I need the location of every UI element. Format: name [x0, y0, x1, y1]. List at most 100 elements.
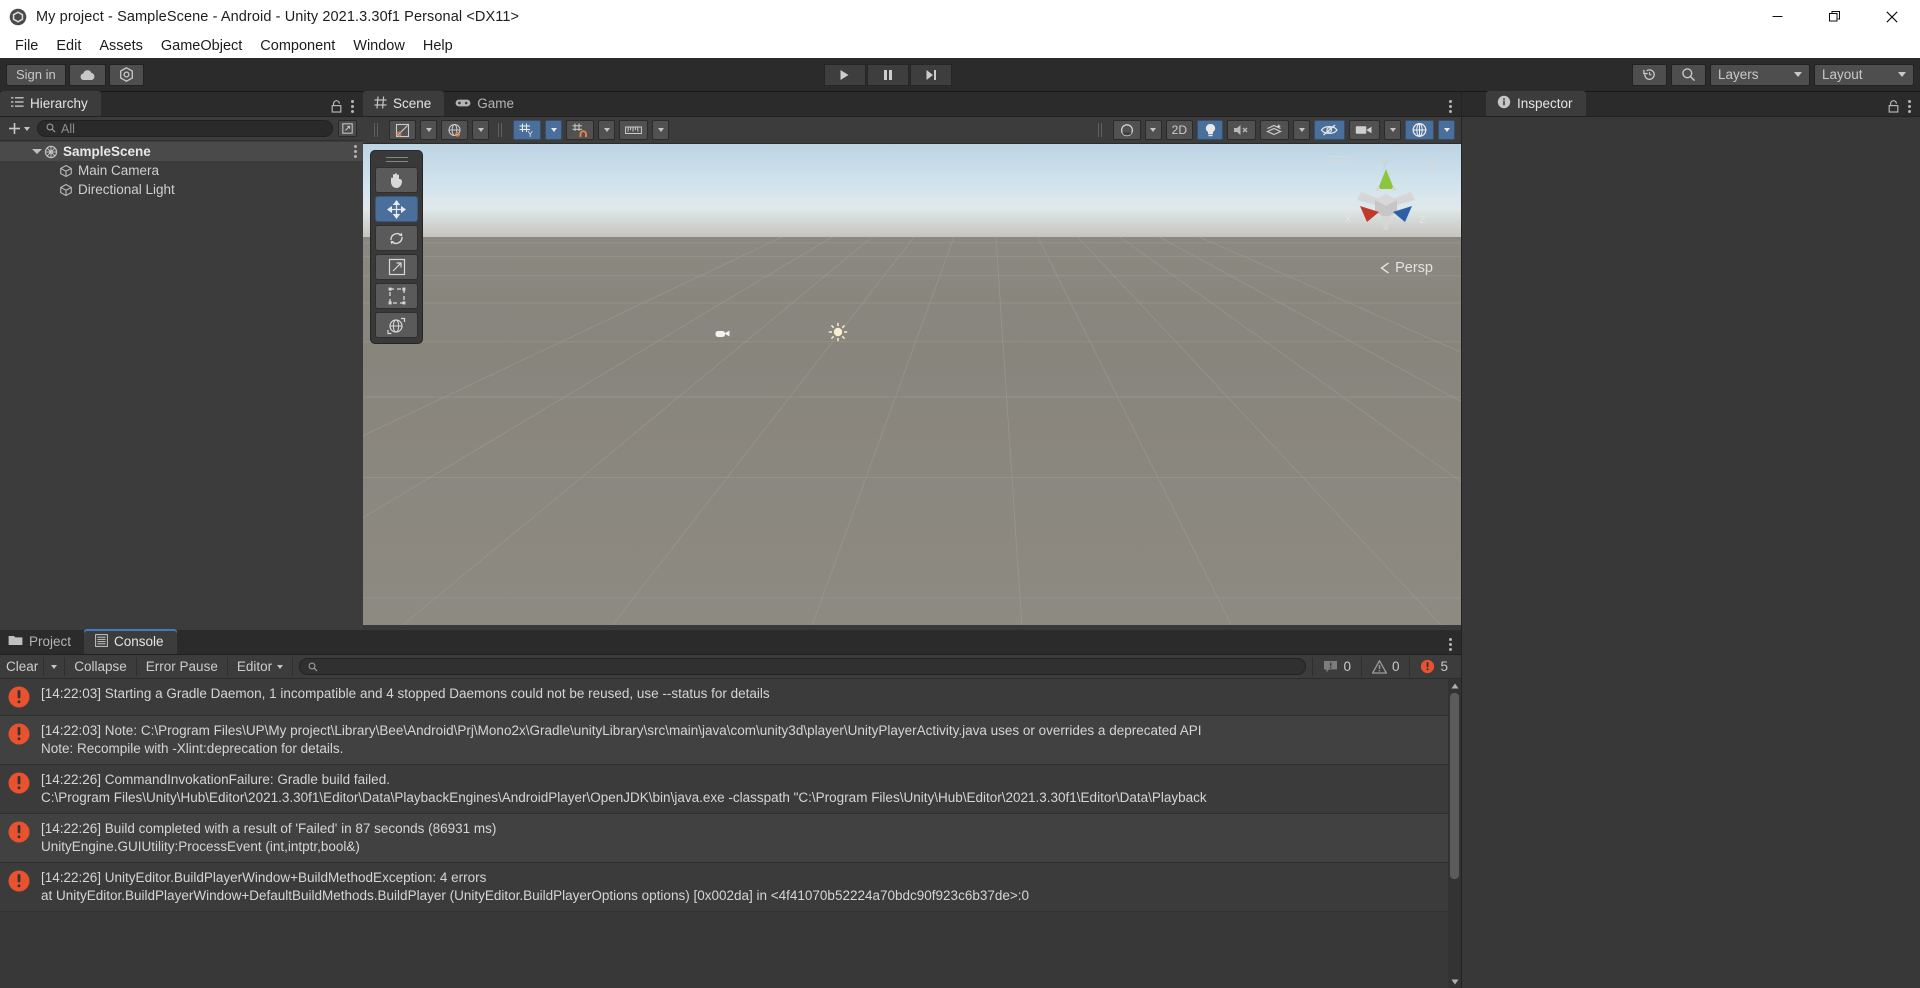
play-button[interactable] — [823, 63, 866, 86]
layout-dropdown[interactable]: Layout — [1814, 63, 1914, 86]
gizmos-visibility-icon[interactable] — [1112, 120, 1141, 140]
ruler-dropdown[interactable] — [652, 120, 669, 140]
directional-light-gizmo[interactable] — [828, 322, 848, 345]
console-scrollbar[interactable] — [1448, 679, 1461, 988]
console-collapse-button[interactable]: Collapse — [65, 657, 137, 676]
scene-context-menu-icon[interactable] — [354, 145, 357, 158]
create-gameobject-button[interactable] — [6, 122, 32, 135]
rotate-tool-button[interactable] — [375, 225, 418, 251]
scene-viewport[interactable]: y x z Persp — [363, 144, 1461, 625]
move-tool-button[interactable] — [375, 196, 418, 222]
console-search-input[interactable] — [323, 659, 1298, 674]
projection-mode-label[interactable]: Persp — [1380, 260, 1433, 276]
toolbar-grip[interactable] — [1097, 123, 1104, 137]
minimize-button[interactable] — [1749, 0, 1806, 33]
scroll-down-icon[interactable] — [1448, 975, 1461, 988]
hierarchy-search-field[interactable] — [37, 120, 333, 137]
console-log-entry[interactable]: [14:22:03] Starting a Gradle Daemon, 1 i… — [0, 679, 1461, 716]
draw-mode-button[interactable] — [389, 120, 416, 140]
tab-console[interactable]: Console — [84, 629, 177, 654]
services-gear-icon[interactable] — [108, 63, 144, 86]
console-error-pause-button[interactable]: Error Pause — [137, 657, 228, 676]
console-log-entry[interactable]: [14:22:26] CommandInvokationFailure: Gra… — [0, 765, 1461, 814]
gizmos-dropdown[interactable] — [1144, 120, 1162, 140]
scene-menu-icon[interactable] — [1449, 100, 1452, 113]
console-log-entry[interactable]: [14:22:26] UnityEditor.BuildPlayerWindow… — [0, 863, 1461, 912]
menu-component[interactable]: Component — [251, 35, 344, 57]
cloud-button[interactable] — [68, 63, 106, 86]
expand-arrow-icon[interactable] — [30, 149, 44, 154]
overlay-drag-handle[interactable] — [385, 155, 408, 164]
inspector-menu-icon[interactable] — [1908, 100, 1911, 113]
console-log-entry[interactable]: [14:22:03] Note: C:\Program Files\UP\My … — [0, 716, 1461, 765]
hand-tool-button[interactable] — [375, 167, 418, 193]
scene-camera-dropdown[interactable] — [1384, 120, 1401, 140]
layers-dropdown[interactable]: Layers — [1710, 63, 1810, 86]
menu-help[interactable]: Help — [414, 35, 462, 57]
scene-fx-dropdown[interactable] — [1293, 120, 1310, 140]
scene-fx-icon[interactable] — [1260, 120, 1289, 140]
console-clear-button[interactable]: Clear — [0, 657, 45, 676]
two-d-toggle[interactable]: 2D — [1165, 120, 1193, 140]
draw-mode-dropdown[interactable] — [420, 120, 437, 140]
hierarchy-menu-icon[interactable] — [351, 100, 354, 113]
shading-mode-dropdown[interactable] — [472, 120, 489, 140]
search-icon[interactable] — [1671, 63, 1706, 86]
rect-tool-button[interactable] — [375, 283, 418, 309]
console-log-list[interactable]: [14:22:03] Starting a Gradle Daemon, 1 i… — [0, 679, 1461, 988]
console-scroll-thumb[interactable] — [1450, 693, 1459, 879]
grid-axis-dropdown[interactable] — [545, 120, 562, 140]
tab-scene[interactable]: Scene — [363, 91, 445, 116]
lock-icon[interactable] — [331, 100, 342, 113]
grid-axis-button[interactable]: Y — [513, 120, 541, 140]
console-clear-dropdown[interactable] — [44, 657, 66, 676]
pause-button[interactable] — [866, 63, 909, 86]
console-editor-dropdown[interactable]: Editor — [228, 657, 294, 676]
console-menu-icon[interactable] — [1449, 638, 1452, 651]
shading-mode-button[interactable] — [441, 120, 468, 140]
console-log-entry[interactable]: [14:22:26] Build completed with a result… — [0, 814, 1461, 863]
menu-gameobject[interactable]: GameObject — [152, 35, 251, 57]
scene-camera-icon[interactable] — [1349, 120, 1380, 140]
tab-hierarchy[interactable]: Hierarchy — [0, 91, 101, 116]
gizmo-drag-handle[interactable] — [1329, 156, 1349, 166]
lock-icon[interactable] — [1888, 100, 1899, 113]
tab-game[interactable]: Game — [444, 91, 527, 116]
menu-window[interactable]: Window — [344, 35, 414, 57]
scene-audio-icon[interactable] — [1227, 120, 1256, 140]
gizmo-toggle-dropdown[interactable] — [1438, 120, 1455, 140]
scale-tool-button[interactable] — [375, 254, 418, 280]
undo-history-icon[interactable] — [1632, 63, 1667, 86]
toolbar-grip[interactable] — [498, 123, 504, 137]
menu-assets[interactable]: Assets — [90, 35, 152, 57]
scroll-up-icon[interactable] — [1448, 679, 1461, 692]
step-button[interactable] — [909, 63, 952, 86]
console-log-count[interactable]: 0 — [1312, 657, 1361, 676]
toolbar-grip[interactable] — [374, 123, 380, 137]
hierarchy-filter-button[interactable] — [338, 120, 357, 137]
main-camera-gizmo[interactable] — [715, 326, 732, 342]
snap-magnet-icon[interactable] — [566, 120, 594, 140]
menu-file[interactable]: File — [6, 35, 47, 57]
gizmo-lock-icon[interactable] — [1427, 158, 1439, 175]
snap-dropdown[interactable] — [598, 120, 615, 140]
hierarchy-item-samplescene[interactable]: SampleScene — [0, 142, 363, 161]
hierarchy-item-main-camera[interactable]: Main Camera — [0, 161, 363, 180]
sign-in-button[interactable]: Sign in — [6, 63, 66, 86]
hierarchy-search-input[interactable] — [61, 121, 324, 136]
hierarchy-item-directional-light[interactable]: Directional Light — [0, 180, 363, 199]
tab-inspector[interactable]: Inspector — [1486, 91, 1586, 116]
transform-tool-button[interactable] — [375, 312, 418, 338]
scene-orientation-gizmo[interactable]: y x z Persp — [1327, 150, 1445, 278]
ruler-icon[interactable] — [619, 120, 648, 140]
tab-project[interactable]: Project — [0, 629, 84, 654]
scene-visibility-icon[interactable] — [1314, 120, 1345, 140]
console-error-count[interactable]: 5 — [1409, 657, 1458, 676]
gizmo-toggle-icon[interactable] — [1405, 120, 1434, 140]
console-warning-count[interactable]: 0 — [1360, 657, 1410, 676]
scene-lighting-icon[interactable] — [1197, 120, 1223, 140]
maximize-button[interactable] — [1806, 0, 1863, 33]
menu-edit[interactable]: Edit — [47, 35, 90, 57]
console-search-field[interactable] — [299, 658, 1307, 675]
close-button[interactable] — [1863, 0, 1920, 33]
